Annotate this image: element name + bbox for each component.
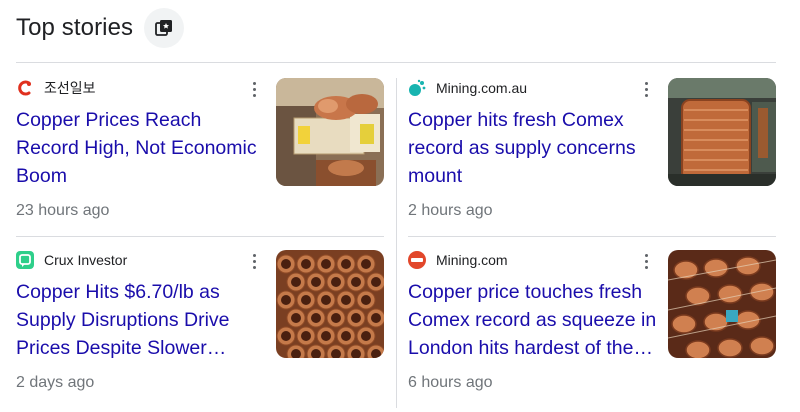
- source-row: Mining.com.au: [408, 78, 527, 98]
- source-row: Crux Investor: [16, 250, 127, 270]
- section-title: Top stories: [16, 14, 134, 41]
- top-stories-header: Top stories: [16, 8, 184, 48]
- save-collection-button[interactable]: [144, 8, 184, 48]
- source-name[interactable]: Mining.com: [436, 252, 508, 268]
- source-row: Mining.com: [408, 250, 508, 270]
- story-card[interactable]: Mining.com.au Copper hits fresh Comex re…: [408, 78, 776, 240]
- story-timestamp: 6 hours ago: [408, 374, 493, 391]
- source-name[interactable]: 조선일보: [44, 78, 96, 98]
- story-headline-link[interactable]: Copper Hits $6.70/lb as Supply Disruptio…: [16, 278, 266, 362]
- header-divider: [16, 62, 776, 63]
- story-timestamp: 2 hours ago: [408, 202, 493, 219]
- story-headline-link[interactable]: Copper Prices Reach Record High, Not Eco…: [16, 106, 266, 190]
- copper-coils-machinery-image[interactable]: [668, 250, 776, 358]
- story-card[interactable]: Mining.com Copper price touches fresh Co…: [408, 250, 776, 412]
- crux-investor-logo-icon: [16, 251, 34, 269]
- story-card[interactable]: 조선일보 Copper Prices Reach Record High, No…: [16, 78, 384, 240]
- source-name[interactable]: Crux Investor: [44, 252, 127, 268]
- more-options-button[interactable]: [638, 252, 654, 270]
- source-row: 조선일보: [16, 78, 96, 98]
- mining-com-logo-icon: [408, 251, 426, 269]
- copper-wire-spools-image[interactable]: [668, 78, 776, 186]
- more-options-button[interactable]: [246, 252, 262, 270]
- more-options-button[interactable]: [638, 80, 654, 98]
- copper-fittings-shelf-image[interactable]: [276, 78, 384, 186]
- chosun-logo-icon: [16, 79, 34, 97]
- story-headline-link[interactable]: Copper hits fresh Comex record as supply…: [408, 106, 658, 190]
- story-card[interactable]: Crux Investor Copper Hits $6.70/lb as Su…: [16, 250, 384, 412]
- more-options-button[interactable]: [246, 80, 262, 98]
- story-timestamp: 2 days ago: [16, 374, 95, 391]
- row-divider: [16, 236, 384, 237]
- copper-pipes-stack-image[interactable]: [276, 250, 384, 358]
- source-name[interactable]: Mining.com.au: [436, 80, 527, 96]
- story-headline-link[interactable]: Copper price touches fresh Comex record …: [408, 278, 658, 362]
- row-divider: [408, 236, 776, 237]
- column-divider: [396, 78, 397, 408]
- save-collection-icon: [155, 20, 172, 36]
- story-timestamp: 23 hours ago: [16, 202, 110, 219]
- mining-com-au-logo-icon: [408, 79, 426, 97]
